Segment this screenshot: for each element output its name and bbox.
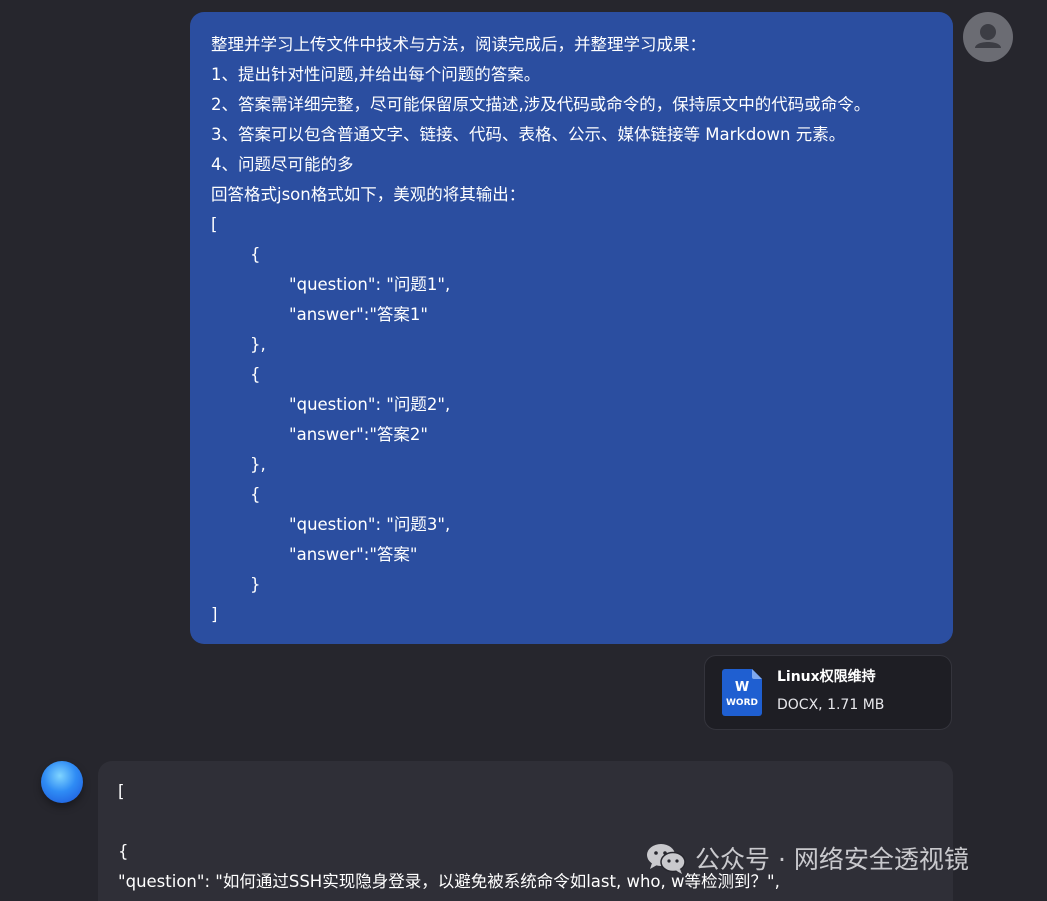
message-line: } bbox=[250, 575, 261, 594]
wechat-icon bbox=[647, 844, 686, 874]
message-line: "question": "问题1", bbox=[289, 275, 451, 294]
message-line: }, bbox=[250, 335, 266, 354]
message-line: [ bbox=[118, 782, 125, 801]
message-line: ] bbox=[211, 605, 218, 624]
file-meta: DOCX, 1.71 MB bbox=[777, 697, 885, 713]
message-line: 整理并学习上传文件中技术与方法，阅读完成后，并整理学习成果： bbox=[211, 35, 706, 54]
message-line: "answer":"答案2" bbox=[289, 425, 429, 444]
message-line: "answer":"答案1" bbox=[289, 305, 429, 324]
message-line: [ bbox=[211, 215, 218, 234]
chat-page: 整理并学习上传文件中技术与方法，阅读完成后，并整理学习成果： 1、提出针对性问题… bbox=[0, 0, 1047, 901]
user-avatar[interactable] bbox=[963, 12, 1013, 62]
message-line: "question": "问题3", bbox=[289, 515, 451, 534]
message-line bbox=[118, 807, 933, 837]
file-name: Linux权限维持 bbox=[777, 669, 876, 685]
message-line: "question": "问题2", bbox=[289, 395, 451, 414]
watermark-text: 公众号 · 网络安全透视镜 bbox=[695, 845, 969, 874]
assistant-message-bubble: [ { "question": "如何通过SSH实现隐身登录，以避免被系统命令如… bbox=[98, 761, 953, 901]
word-icon-label: WORD bbox=[726, 698, 758, 708]
message-line: { bbox=[250, 485, 261, 504]
message-line: 3、答案可以包含普通文字、链接、代码、表格、公示、媒体链接等 Markdown … bbox=[211, 125, 846, 144]
assistant-avatar bbox=[41, 761, 83, 803]
message-line: { bbox=[250, 245, 261, 264]
message-line: { bbox=[250, 365, 261, 384]
word-icon-letter: W bbox=[734, 680, 750, 695]
message-line: "answer":"答案" bbox=[289, 545, 418, 564]
file-attachment-card[interactable]: W WORD Linux权限维持 DOCX, 1.71 MB bbox=[704, 655, 952, 730]
message-line: 回答格式json格式如下，美观的将其输出： bbox=[211, 185, 526, 204]
user-message-bubble: 整理并学习上传文件中技术与方法，阅读完成后，并整理学习成果： 1、提出针对性问题… bbox=[190, 12, 953, 644]
person-icon bbox=[975, 24, 1001, 48]
message-line: 4、问题尽可能的多 bbox=[211, 155, 354, 174]
message-line: 1、提出针对性问题,并给出每个问题的答案。 bbox=[211, 65, 541, 84]
message-line: }, bbox=[250, 455, 266, 474]
word-document-icon: W WORD bbox=[722, 669, 762, 716]
watermark: 公众号 · 网络安全透视镜 bbox=[645, 840, 969, 876]
message-line: 2、答案需详细完整，尽可能保留原文描述,涉及代码或命令的，保持原文中的代码或命令… bbox=[211, 95, 871, 114]
